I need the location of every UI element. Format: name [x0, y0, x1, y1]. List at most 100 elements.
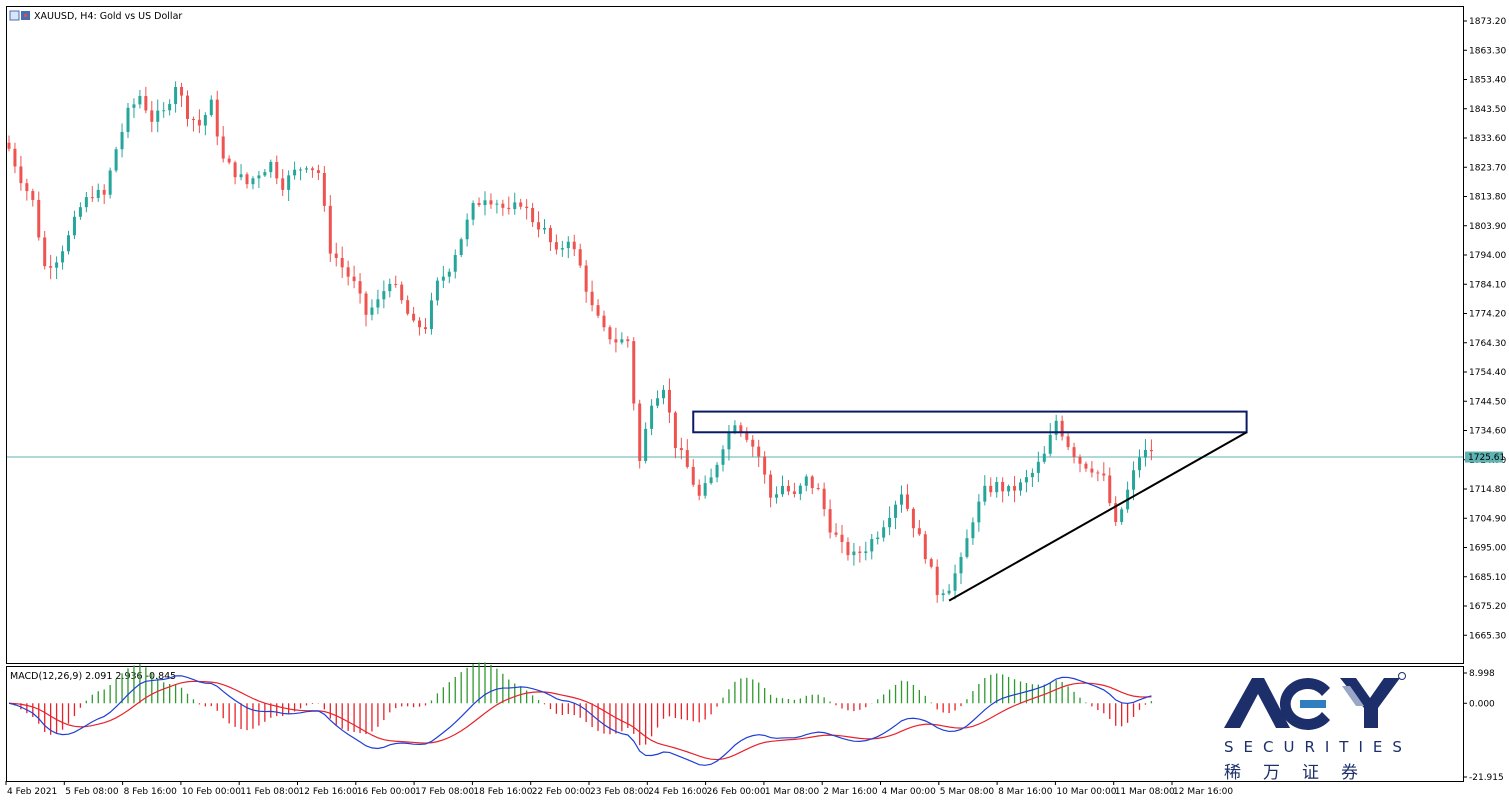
- price-tick-label: 1714.80: [1469, 485, 1506, 495]
- candle: [1096, 470, 1100, 482]
- candle: [233, 160, 237, 185]
- time-tick-label: 22 Feb 00:00: [532, 787, 591, 797]
- candle: [72, 210, 76, 240]
- price-tick-label: 1784.10: [1469, 280, 1506, 290]
- candle: [37, 191, 41, 241]
- candle: [162, 102, 166, 118]
- candle: [620, 332, 624, 345]
- candle: [394, 275, 398, 288]
- candle: [1042, 446, 1046, 464]
- candle: [328, 195, 332, 262]
- candle: [251, 176, 255, 190]
- candle: [78, 202, 82, 220]
- candle: [894, 500, 898, 530]
- price-tick-label: 1823.70: [1469, 163, 1506, 173]
- time-tick-label: 23 Feb 08:00: [590, 787, 649, 797]
- candle: [650, 399, 654, 436]
- time-tick-label: 12 Mar 16:00: [1173, 787, 1233, 797]
- price-tick-label: 1853.40: [1469, 76, 1506, 86]
- candle: [203, 112, 207, 136]
- resistance-box[interactable]: [692, 410, 1248, 434]
- candle: [721, 445, 725, 472]
- candle: [1019, 478, 1022, 496]
- candle: [828, 499, 832, 539]
- candle: [882, 520, 886, 542]
- candle: [656, 390, 660, 409]
- candle: [221, 126, 225, 163]
- logo-subtext: SECURITIES: [1224, 738, 1412, 756]
- candle: [900, 485, 903, 513]
- candle: [150, 100, 154, 133]
- time-tick-label: 8 Mar 16:00: [998, 787, 1053, 797]
- time-tick-label: 2 Mar 16:00: [823, 787, 878, 797]
- price-tick-label: 1803.90: [1469, 222, 1506, 232]
- price-tick-label: 1794.00: [1469, 251, 1506, 261]
- candle: [197, 109, 201, 134]
- candle: [786, 480, 790, 496]
- candle: [810, 475, 814, 495]
- candle: [61, 245, 65, 270]
- candle: [816, 483, 820, 491]
- candle: [929, 557, 933, 569]
- candle: [55, 256, 59, 280]
- time-tick-label: 10 Feb 00:00: [182, 787, 241, 797]
- candle: [180, 82, 184, 107]
- price-tick-label: 1744.50: [1469, 397, 1506, 407]
- time-tick-label: 12 Feb 16:00: [299, 787, 358, 797]
- candle: [691, 459, 695, 487]
- candle: [1036, 451, 1040, 483]
- candle: [174, 81, 178, 113]
- candle: [703, 475, 707, 499]
- candle: [388, 278, 392, 298]
- candle: [709, 468, 713, 485]
- candle: [471, 200, 475, 226]
- candle: [1102, 462, 1106, 482]
- candle: [608, 325, 612, 345]
- candle: [1090, 461, 1094, 478]
- macd-tick-label: 0.000: [1469, 699, 1495, 709]
- time-tick-label: 4 Mar 00:00: [882, 787, 937, 797]
- candle: [316, 164, 320, 181]
- macd-tick-label: 8.998: [1469, 669, 1495, 679]
- candle: [513, 192, 517, 215]
- price-tick-label: 1873.20: [1469, 17, 1506, 27]
- candle: [287, 170, 291, 201]
- candle: [959, 552, 963, 584]
- current-price-tag: 1725.61: [1465, 451, 1505, 463]
- candle: [120, 123, 124, 158]
- candle: [983, 475, 987, 506]
- candle: [257, 170, 261, 188]
- time-tick-label: 16 Feb 00:00: [357, 787, 416, 797]
- candle: [834, 523, 838, 538]
- price-pane-border: [6, 6, 1464, 664]
- symbol-icon: [9, 10, 30, 21]
- candle: [941, 589, 945, 602]
- candle: [775, 486, 779, 504]
- price-tick-label: 1704.90: [1469, 514, 1506, 524]
- time-tick-label: 4 Feb 2021: [7, 787, 57, 797]
- candle: [334, 242, 338, 267]
- candle: [447, 268, 451, 284]
- candle: [1066, 433, 1070, 451]
- candle: [406, 295, 410, 316]
- candle: [1078, 454, 1082, 473]
- candle: [269, 159, 273, 178]
- candle: [495, 199, 499, 214]
- macd-histogram: [14, 662, 1153, 746]
- candle: [852, 542, 856, 566]
- candle: [614, 327, 618, 353]
- candle: [13, 142, 17, 174]
- signal-line: [8, 680, 1152, 761]
- time-tick-label: 11 Mar 08:00: [1115, 787, 1175, 797]
- candle: [566, 236, 570, 259]
- candle: [905, 484, 909, 512]
- candle: [156, 99, 160, 133]
- candle: [864, 541, 868, 561]
- candle: [299, 167, 303, 181]
- candle: [340, 246, 344, 278]
- candle: [1126, 481, 1130, 513]
- time-tick-label: 18 Feb 16:00: [473, 787, 532, 797]
- candles: [7, 81, 1153, 603]
- candle: [346, 260, 350, 286]
- candle: [191, 116, 195, 132]
